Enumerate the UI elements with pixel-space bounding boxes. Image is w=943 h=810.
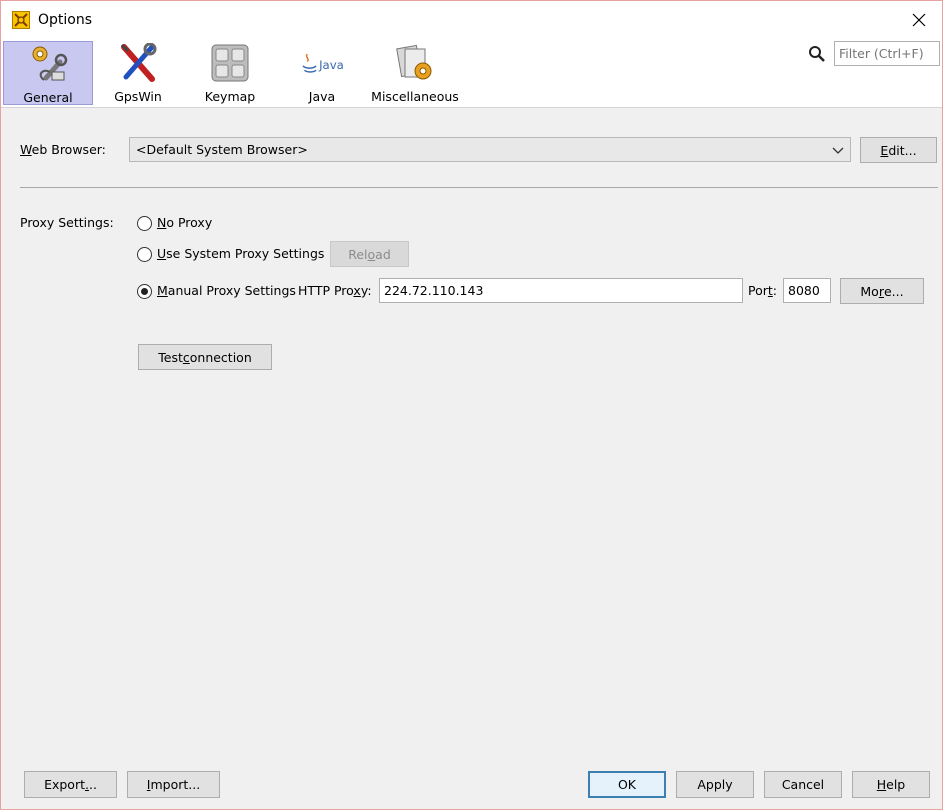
test-connection-button[interactable]: Test c onnection [138, 344, 272, 370]
options-dialog: Options General GpsWin Keymap Java Java … [0, 0, 943, 810]
web-browser-label: Web Browser: [20, 142, 106, 157]
close-button[interactable] [896, 1, 942, 39]
more-button[interactable]: Mo r e... [840, 278, 924, 304]
general-settings-icon [32, 46, 68, 81]
keyboard-icon [211, 44, 249, 82]
tab-miscellaneous[interactable]: Miscellaneous [367, 41, 463, 105]
tools-icon [120, 43, 157, 82]
tab-general[interactable]: General [3, 41, 93, 105]
no-proxy-label[interactable]: No Proxy [157, 215, 212, 230]
chevron-down-icon [832, 147, 844, 154]
separator [20, 187, 938, 188]
edit-button[interactable]: Edit... [860, 137, 937, 163]
reload-button[interactable]: Rel o ad [330, 241, 409, 267]
help-button[interactable]: Help [852, 771, 930, 798]
category-toolbar: General GpsWin Keymap Java Java Miscella… [1, 39, 942, 108]
app-logo-icon [12, 11, 30, 29]
tab-gpswin-label: GpsWin [114, 89, 162, 104]
title-bar: Options [1, 1, 942, 39]
filter-input[interactable] [834, 41, 940, 66]
proxy-settings-label: Proxy Settings: [20, 215, 114, 230]
manual-proxy-label[interactable]: Manual Proxy Settings [157, 283, 296, 298]
tab-general-label: General [23, 90, 73, 105]
no-proxy-radio[interactable] [137, 216, 152, 231]
cancel-button[interactable]: Cancel [764, 771, 842, 798]
tab-keymap[interactable]: Keymap [185, 41, 275, 105]
http-proxy-label: HTTP Proxy: [298, 283, 372, 298]
miscellaneous-icon [396, 44, 432, 80]
tab-keymap-label: Keymap [204, 89, 256, 104]
web-browser-select[interactable]: <Default System Browser> [129, 137, 851, 162]
close-icon [912, 13, 926, 27]
apply-button[interactable]: Apply [676, 771, 754, 798]
system-proxy-radio[interactable] [137, 247, 152, 262]
manual-proxy-radio[interactable] [137, 284, 152, 299]
http-proxy-input[interactable]: 224.72.110.143 [379, 278, 743, 303]
import-button[interactable]: Import... [127, 771, 220, 798]
tab-miscellaneous-label: Miscellaneous [371, 89, 459, 104]
system-proxy-label[interactable]: Use System Proxy Settings [157, 246, 324, 261]
tab-gpswin[interactable]: GpsWin [93, 41, 183, 105]
port-input[interactable]: 8080 [783, 278, 831, 303]
export-button[interactable]: Export... [24, 771, 117, 798]
tab-java-label: Java [308, 89, 336, 104]
window-title: Options [38, 12, 93, 28]
ok-button[interactable]: OK [588, 771, 666, 798]
port-label: Port: [748, 283, 778, 298]
web-browser-value: <Default System Browser> [136, 142, 308, 157]
svg-text:Java: Java [318, 58, 344, 72]
tab-java[interactable]: Java Java [277, 41, 367, 105]
search-icon [809, 46, 825, 62]
java-logo-icon: Java [302, 53, 344, 73]
